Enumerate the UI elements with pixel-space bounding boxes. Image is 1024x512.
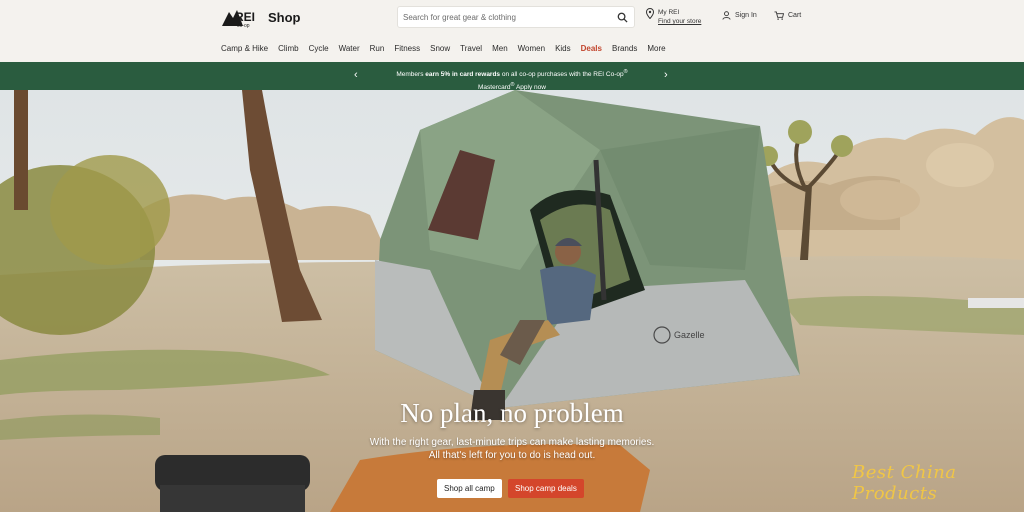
hero-subtext-line1: With the right gear, last-minute trips c… bbox=[369, 437, 655, 448]
promo-next-chevron-icon[interactable]: › bbox=[664, 69, 668, 81]
user-icon bbox=[722, 11, 731, 20]
nav-camp-hike[interactable]: Camp & Hike bbox=[221, 44, 268, 53]
watermark-text: Best China Products bbox=[852, 462, 957, 504]
hero-subtext-line2: All that's left for you to do is head ou… bbox=[428, 450, 596, 461]
nav-women[interactable]: Women bbox=[518, 44, 545, 53]
nav-water[interactable]: Water bbox=[339, 44, 360, 53]
promo-registered: ® bbox=[623, 69, 628, 75]
tent-brand-logo: Gazelle bbox=[674, 330, 705, 340]
rei-homepage: REI co-op Shop My REI Find your store bbox=[0, 0, 1024, 512]
search-input[interactable] bbox=[398, 12, 608, 22]
nav-more[interactable]: More bbox=[647, 44, 665, 53]
promo-banner: ‹ Members earn 5% in card rewards on all… bbox=[0, 62, 1024, 91]
nav-brands[interactable]: Brands bbox=[612, 44, 637, 53]
nav-run[interactable]: Run bbox=[370, 44, 385, 53]
rei-logo[interactable]: REI co-op Shop bbox=[222, 6, 301, 28]
my-rei-title: My REI bbox=[658, 9, 680, 16]
hero-subtext: With the right gear, last-minute trips c… bbox=[312, 436, 712, 462]
location-pin-icon bbox=[646, 8, 654, 19]
cart-label: Cart bbox=[788, 12, 802, 19]
nav-travel[interactable]: Travel bbox=[460, 44, 482, 53]
promo-prev-chevron-icon[interactable]: ‹ bbox=[354, 69, 358, 81]
promo-mid: on all co-op purchases with the REI Co-o… bbox=[500, 71, 624, 79]
sign-in-label: Sign In bbox=[735, 12, 757, 19]
promo-bold: earn 5% in card rewards bbox=[425, 71, 501, 79]
rei-logo-icon: REI co-op bbox=[222, 10, 255, 28]
search-bar[interactable] bbox=[397, 6, 635, 28]
main-nav: Camp & Hike Climb Cycle Water Run Fitnes… bbox=[0, 36, 1024, 62]
hero-banner: Gazelle No plan, no problem With the rig… bbox=[0, 90, 1024, 512]
cart-button[interactable]: Cart bbox=[774, 11, 801, 20]
svg-text:REI: REI bbox=[235, 10, 255, 24]
nav-cycle[interactable]: Cycle bbox=[309, 44, 329, 53]
nav-fitness[interactable]: Fitness bbox=[394, 44, 420, 53]
shop-label[interactable]: Shop bbox=[268, 10, 301, 25]
shop-camp-deals-button[interactable]: Shop camp deals bbox=[508, 479, 584, 498]
sign-in-button[interactable]: Sign In bbox=[722, 11, 757, 20]
nav-snow[interactable]: Snow bbox=[430, 44, 450, 53]
nav-deals[interactable]: Deals bbox=[581, 44, 602, 53]
search-icon[interactable] bbox=[617, 12, 628, 23]
my-rei-store[interactable]: My REI Find your store bbox=[646, 8, 701, 26]
nav-kids[interactable]: Kids bbox=[555, 44, 571, 53]
svg-text:co-op: co-op bbox=[237, 23, 250, 28]
cart-icon bbox=[774, 11, 784, 20]
hero-headline: No plan, no problem bbox=[400, 398, 624, 428]
nav-men[interactable]: Men bbox=[492, 44, 508, 53]
promo-registered-2: ® bbox=[510, 82, 515, 89]
shop-all-camp-button[interactable]: Shop all camp bbox=[437, 479, 502, 498]
top-header: REI co-op Shop My REI Find your store bbox=[0, 0, 1024, 36]
nav-links: Camp & Hike Climb Cycle Water Run Fitnes… bbox=[221, 44, 676, 53]
find-store-link[interactable]: Find your store bbox=[658, 17, 701, 26]
promo-prefix: Members bbox=[396, 71, 426, 79]
nav-climb[interactable]: Climb bbox=[278, 44, 298, 53]
